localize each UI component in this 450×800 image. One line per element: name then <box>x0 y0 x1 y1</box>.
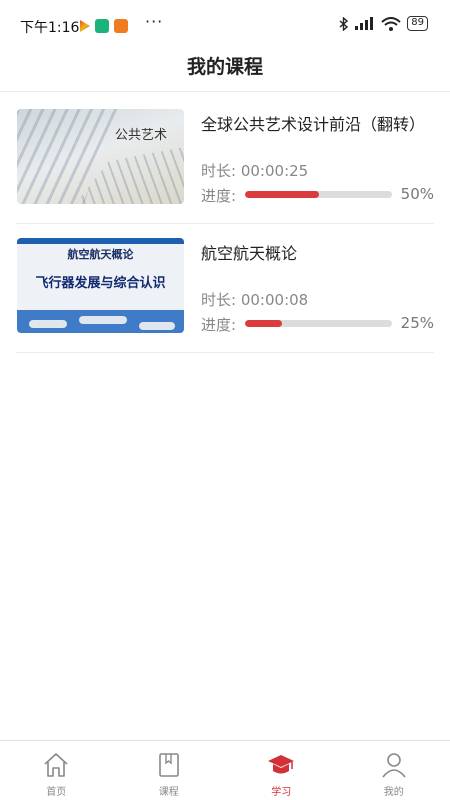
duration-value: 00:00:25 <box>240 162 309 180</box>
tab-label: 学习 <box>271 787 292 798</box>
graduation-cap-icon <box>268 755 295 774</box>
course-item[interactable]: 公共艺术 全球公共艺术设计前沿（翻转） 时长: 00:00:25 进度: 50% <box>16 95 434 224</box>
progress-percent: 50% <box>400 185 434 203</box>
course-title: 全球公共艺术设计前沿（翻转） <box>201 115 426 134</box>
course-list: 公共艺术 全球公共艺术设计前沿（翻转） 时长: 00:00:25 进度: 50%… <box>16 95 434 353</box>
progress-percent: 25% <box>400 314 434 332</box>
header: 我的课程 <box>0 48 450 92</box>
user-icon <box>382 753 406 778</box>
thumbnail-title: 航空航天概论 <box>67 248 134 261</box>
tab-study[interactable]: 学习 <box>225 741 338 800</box>
course-thumbnail: 公共艺术 <box>17 109 184 204</box>
mi-app-icon <box>114 19 128 33</box>
signal-icon <box>355 17 374 30</box>
home-icon <box>44 753 68 777</box>
wifi-icon <box>381 16 401 31</box>
more-notifications-icon: ··· <box>145 12 164 31</box>
system-icons: 89 <box>339 16 428 31</box>
book-icon <box>158 753 179 777</box>
duration-label: 时长: <box>201 291 237 309</box>
course-progress: 进度: 50% <box>201 185 434 205</box>
bluetooth-icon <box>339 16 349 31</box>
tab-home[interactable]: 首页 <box>0 741 113 800</box>
tab-label: 首页 <box>46 787 67 798</box>
course-thumbnail: 航空航天概论 飞行器发展与综合认识 <box>17 238 184 333</box>
bottom-tab-bar: 首页 课程 学习 我的 <box>0 740 450 800</box>
thumbnail-caption: 公共艺术 <box>115 128 168 143</box>
course-item[interactable]: 航空航天概论 飞行器发展与综合认识 航空航天概论 时长: 00:00:08 进度… <box>16 224 434 353</box>
tab-label: 课程 <box>158 787 179 798</box>
course-duration: 时长: 00:00:25 <box>201 160 308 181</box>
course-progress: 进度: 25% <box>201 314 434 334</box>
page-title: 我的课程 <box>186 56 263 78</box>
progress-bar-fill <box>245 191 319 198</box>
duration-value: 00:00:08 <box>240 291 309 309</box>
notification-icons <box>80 19 128 33</box>
play-store-icon <box>80 20 90 32</box>
course-title: 航空航天概论 <box>201 244 298 263</box>
shield-app-icon <box>95 19 109 33</box>
tab-label: 我的 <box>383 787 404 798</box>
status-bar: 下午1:16 ··· 89 <box>0 0 450 48</box>
progress-bar <box>245 320 392 327</box>
tab-me[interactable]: 我的 <box>338 741 450 800</box>
progress-bar <box>245 191 392 198</box>
course-duration: 时长: 00:00:08 <box>201 289 308 310</box>
duration-label: 时长: <box>201 162 237 180</box>
tab-courses[interactable]: 课程 <box>113 741 226 800</box>
progress-label: 进度: <box>201 187 237 205</box>
status-time: 下午1:16 <box>20 20 80 36</box>
battery-icon: 89 <box>407 16 428 31</box>
thumbnail-subtitle: 飞行器发展与综合认识 <box>35 276 166 291</box>
progress-label: 进度: <box>201 316 237 334</box>
progress-bar-fill <box>245 320 282 327</box>
